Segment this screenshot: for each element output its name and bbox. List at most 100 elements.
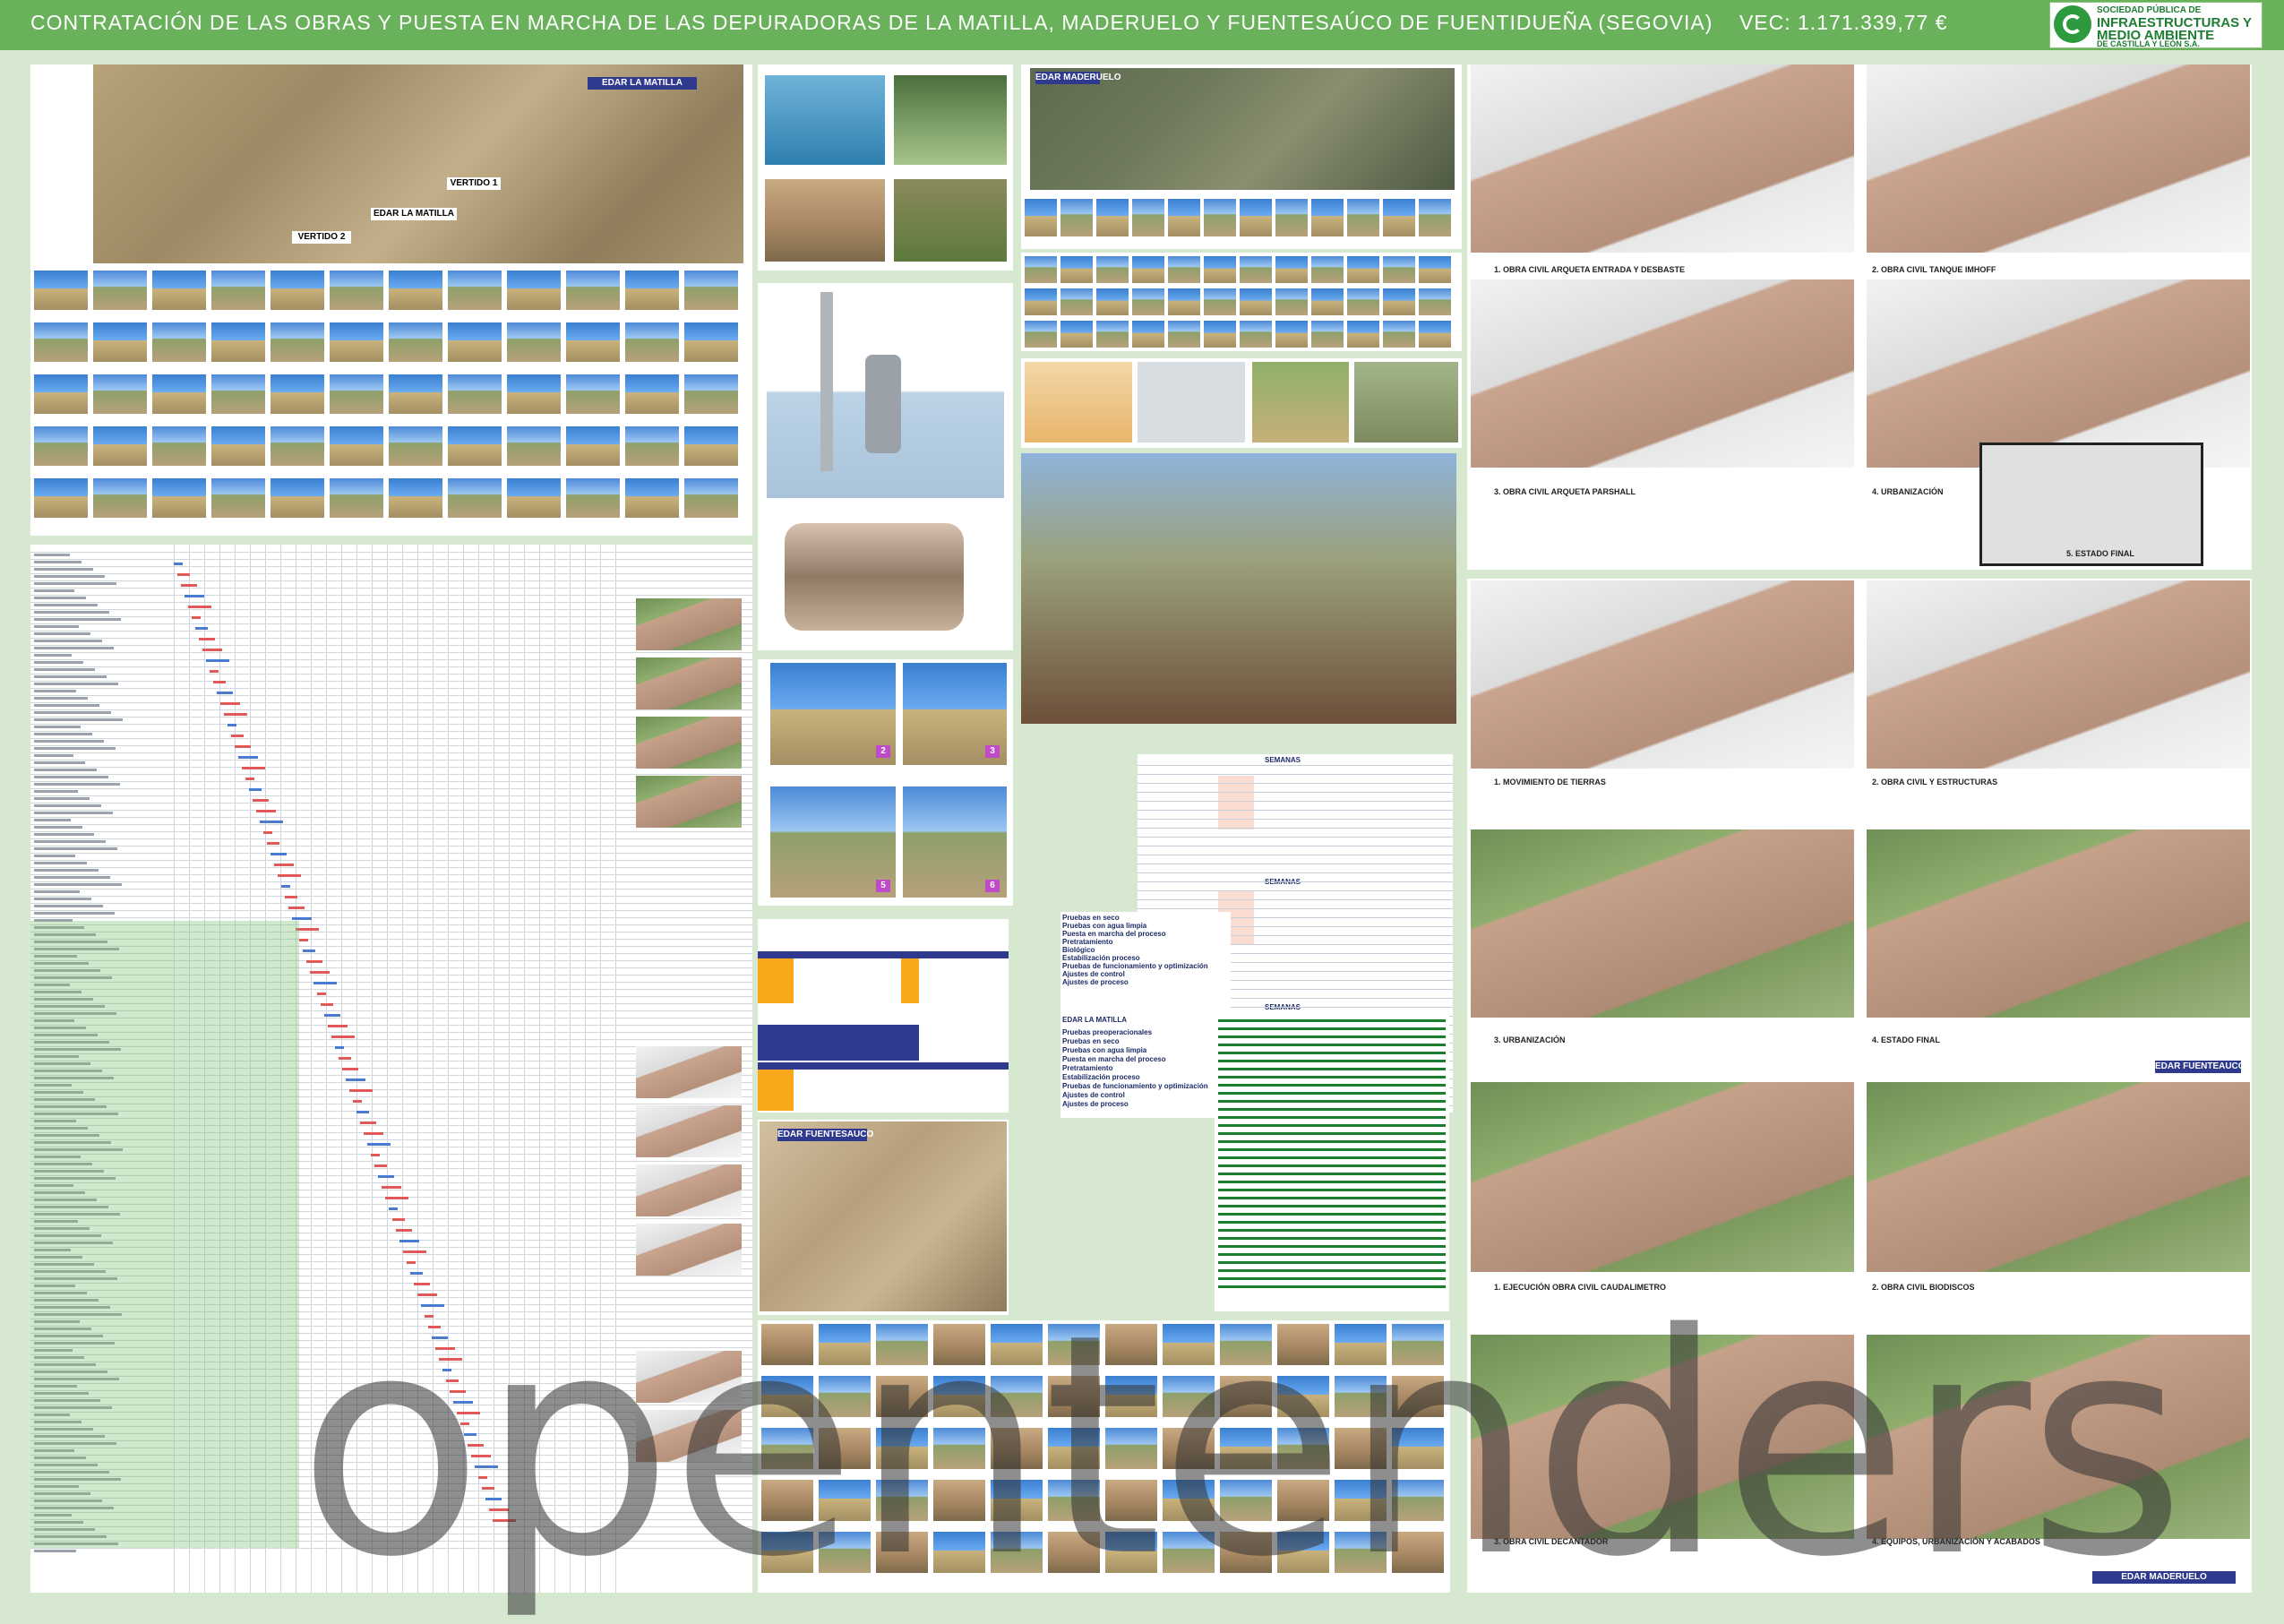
thumbnail-photo (270, 478, 324, 518)
thumbnail-photo (1311, 288, 1344, 315)
thumbnail-photo (507, 426, 561, 466)
thumbnail-photo (507, 271, 561, 310)
thumbnail-photo (1132, 288, 1164, 315)
schedule-row-label: Pruebas de funcionamiento y optimización (1062, 962, 1208, 970)
la-matilla-aerial-map: EDAR LA MATILLA VERTIDO 1 EDAR LA MATILL… (93, 64, 743, 263)
thumbnail-photo (270, 271, 324, 310)
vertido-2-label: VERTIDO 2 (292, 231, 351, 244)
thumbnail-photo (625, 426, 679, 466)
thumbnail-photo (389, 271, 442, 310)
thumbnail-photo (1060, 288, 1093, 315)
thumbnail-photo (566, 374, 620, 414)
thumbnail-photo (1347, 288, 1379, 315)
thumbnail-photo (34, 478, 88, 518)
data-table-panel (758, 919, 1009, 1113)
la-matilla-row-label: Pruebas preoperacionales (1062, 1028, 1153, 1036)
thumbnail-photo (684, 478, 738, 518)
render-caption-fa-3: 3. URBANIZACIÓN (1494, 1035, 1566, 1044)
vertido-1-label: VERTIDO 1 (447, 177, 501, 190)
thumbnail-photo (1419, 288, 1451, 315)
render-caption-fa-1: 1. MOVIMIENTO DE TIERRAS (1494, 778, 1606, 786)
thumbnail-photo (1240, 256, 1272, 283)
thumbnail-photo (1347, 256, 1379, 283)
render-caption-3: 3. OBRA CIVIL ARQUETA PARSHALL (1494, 487, 1636, 496)
thumbnail-photo (93, 322, 147, 362)
schedule-row-label: Pretratamiento (1062, 938, 1113, 946)
thumbnail-photo (566, 478, 620, 518)
vec-value: VEC: 1.171.339,77 € (1739, 11, 1948, 34)
thumbnail-photo (152, 322, 206, 362)
thumbnail-photo (1347, 199, 1379, 236)
thumbnail-photo (1383, 256, 1415, 283)
thumbnail-photo (330, 478, 383, 518)
thumbnail-photo (93, 478, 147, 518)
thumbnail-photo (1025, 199, 1057, 236)
thumbnail-photo (448, 426, 502, 466)
la-matilla-row-label: Puesta en marcha del proceso (1062, 1055, 1166, 1063)
thumbnail-photo (507, 322, 561, 362)
thumbnail-photo (1240, 321, 1272, 348)
render-caption-fa-4: 4. ESTADO FINAL (1872, 1035, 1940, 1044)
edar-maderuelo-label: EDAR MADERUELO (1035, 72, 1121, 84)
location-maps-panel (1021, 358, 1462, 448)
logo-icon (2054, 5, 2091, 43)
thumbnail-photo (684, 374, 738, 414)
thumbnail-photo (211, 426, 265, 466)
thumbnail-photo (1311, 199, 1344, 236)
thumbnail-photo (1275, 199, 1308, 236)
thumbnail-photo (1204, 256, 1236, 283)
edar-fuentesauco-label: EDAR FUENTESAUCO (777, 1129, 874, 1141)
organization-chart-panel (1021, 453, 1456, 724)
thumbnail-photo (1060, 321, 1093, 348)
gantt-highlight-band (30, 921, 299, 1548)
maderuelo-map-panel: EDAR MADERUELO (1021, 64, 1462, 249)
thumbnail-photo (1096, 199, 1129, 236)
thumbnail-photo (1240, 199, 1272, 236)
thumbnail-photo (1204, 199, 1236, 236)
render-caption-5: 5. ESTADO FINAL (2066, 549, 2134, 558)
thumbnail-photo (1096, 256, 1129, 283)
thumbnail-photo (1383, 321, 1415, 348)
thumbnail-photo (34, 426, 88, 466)
thumbnail-photo (389, 426, 442, 466)
thumbnail-photo (1025, 256, 1057, 283)
schedule-row-label: Pruebas con agua limpia (1062, 922, 1147, 930)
thumbnail-photo (389, 478, 442, 518)
thumbnail-photo (270, 426, 324, 466)
thumbnail-photo (93, 271, 147, 310)
edar-la-matilla-inline-label: EDAR LA MATILLA (371, 208, 457, 220)
la-matilla-row-label: Pretratamiento (1062, 1064, 1113, 1072)
la-matilla-panel: EDAR LA MATILLA VERTIDO 1 EDAR LA MATILL… (30, 64, 752, 536)
thumbnail-photo (1168, 321, 1200, 348)
schedule-row-label: Pruebas en seco (1062, 914, 1120, 922)
thumbnail-photo (152, 478, 206, 518)
thumbnail-photo (152, 374, 206, 414)
thumbnail-photo (93, 374, 147, 414)
thumbnail-photo (448, 271, 502, 310)
thumbnail-photo (566, 426, 620, 466)
thumbnail-photo (625, 271, 679, 310)
thumbnail-photo (1383, 288, 1415, 315)
thumbnail-photo (1025, 288, 1057, 315)
thumbnail-photo (211, 374, 265, 414)
thumbnail-photo (684, 271, 738, 310)
thumbnail-photo (684, 322, 738, 362)
thumbnail-photo (1168, 256, 1200, 283)
thumbnail-photo (34, 374, 88, 414)
thumbnail-photo (1240, 288, 1272, 315)
renders-fuentesauco-panel: 1. MOVIMIENTO DE TIERRAS 2. OBRA CIVIL Y… (1467, 579, 2252, 1082)
la-matilla-activity-table: EDAR LA MATILLA Pruebas preoperacionales… (1060, 1014, 1215, 1118)
thumbnail-photo (448, 322, 502, 362)
thumbnail-photo (1025, 321, 1057, 348)
la-matilla-row-label: Pruebas en seco (1062, 1037, 1120, 1045)
thumbnail-photo (34, 271, 88, 310)
header-bar: CONTRATACIÓN DE LAS OBRAS Y PUESTA EN MA… (0, 0, 2284, 50)
thumbnail-photo (1275, 321, 1308, 348)
thumbnail-photo (330, 322, 383, 362)
pump-render (767, 283, 1004, 498)
thumbnail-photo (1419, 321, 1451, 348)
thumbnail-photo (625, 374, 679, 414)
thumbnail-photo (566, 271, 620, 310)
thumbnail-photo (93, 426, 147, 466)
edar-la-matilla-label: EDAR LA MATILLA (588, 77, 697, 90)
